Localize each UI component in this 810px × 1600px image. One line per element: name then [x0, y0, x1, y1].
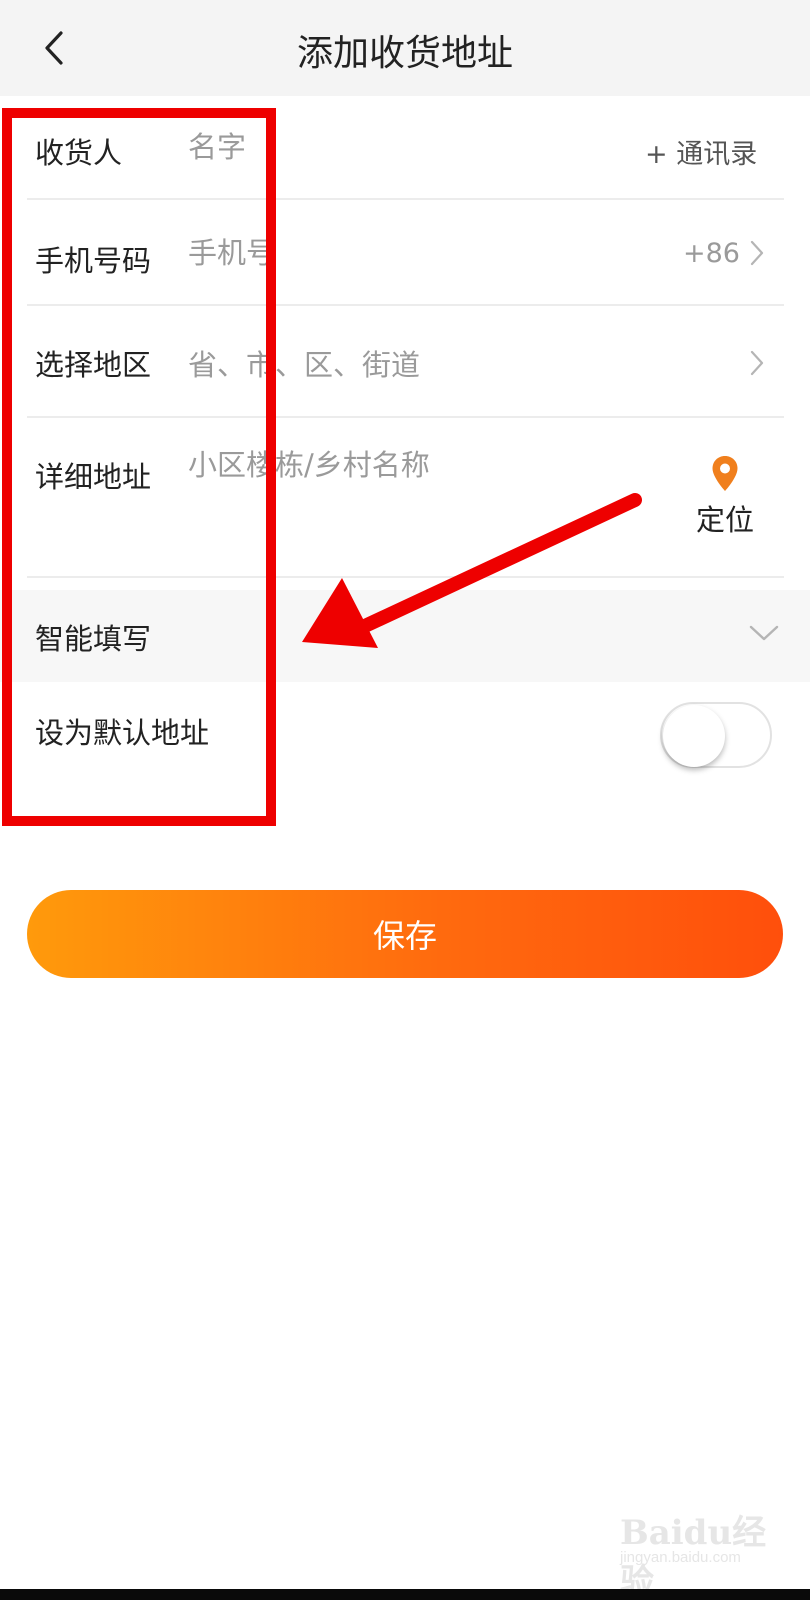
- country-code-selector[interactable]: +86: [683, 238, 740, 269]
- location-pin-icon: [712, 456, 738, 491]
- locate-label: 定位: [695, 503, 754, 537]
- annotation-arrow-icon: [302, 493, 642, 648]
- bottom-edge: [0, 1589, 810, 1600]
- chevron-right-icon: [750, 350, 764, 376]
- top-bar: 添加收货地址: [0, 0, 810, 96]
- annotation-highlight-box: [2, 108, 276, 826]
- baidu-watermark: Baidu经验 jingyan.baidu.com: [620, 1505, 770, 1600]
- default-address-toggle[interactable]: [660, 702, 772, 768]
- chevron-right-icon: [750, 240, 764, 266]
- watermark-url: jingyan.baidu.com: [620, 1549, 741, 1566]
- toggle-knob: [663, 705, 725, 767]
- contacts-button[interactable]: + 通讯录: [645, 132, 757, 171]
- page-title: 添加收货地址: [296, 33, 513, 74]
- chevron-down-icon: [749, 625, 779, 641]
- locate-button[interactable]: 定位: [680, 455, 770, 537]
- save-button[interactable]: 保存: [27, 890, 783, 978]
